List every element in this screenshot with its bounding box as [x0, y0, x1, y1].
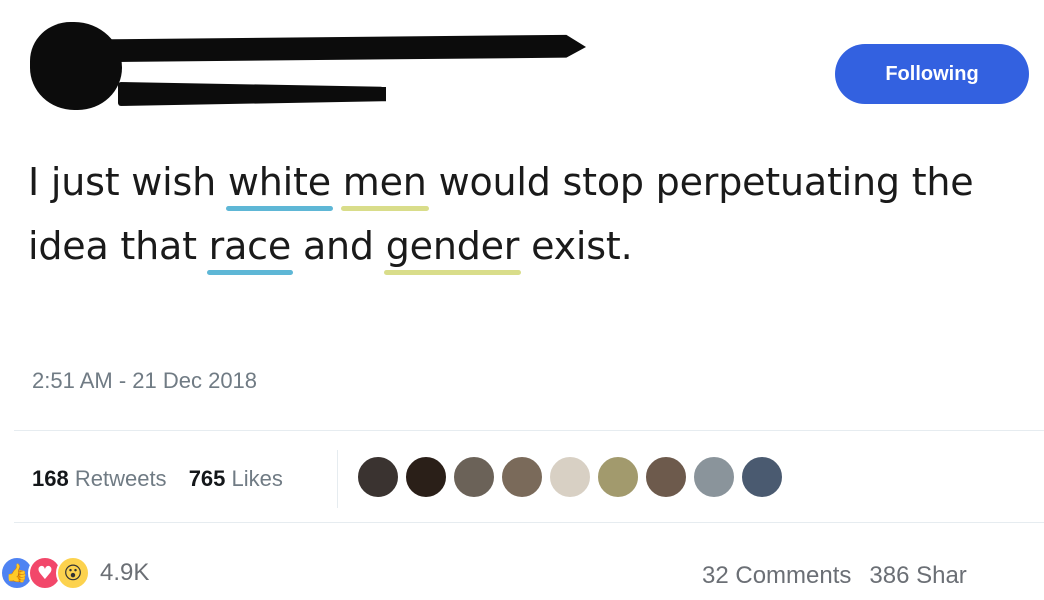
underlined-word-white: white [225, 150, 333, 214]
retweets-label[interactable]: Retweets [75, 466, 167, 491]
tweet-timestamp[interactable]: 2:51 AM - 21 Dec 2018 [32, 368, 257, 394]
liker-avatar[interactable] [452, 455, 496, 499]
liker-avatar[interactable] [692, 455, 736, 499]
underlined-word-men: men [340, 150, 429, 214]
stats-separator [337, 450, 338, 508]
liker-avatar[interactable] [548, 455, 592, 499]
liker-avatar[interactable] [644, 455, 688, 499]
divider [14, 522, 1044, 523]
tweet-text: I just wish white men would stop perpetu… [28, 150, 1038, 278]
redacted-display-name [96, 34, 586, 63]
underlined-word-gender: gender [383, 214, 521, 278]
redacted-avatar [30, 22, 122, 110]
wow-icon: 😮 [56, 556, 90, 590]
tweet-text-part: and [291, 224, 386, 268]
divider [14, 430, 1044, 431]
reaction-count: 4.9K [100, 559, 150, 586]
likes-count[interactable]: 765 [189, 466, 226, 491]
shares-count[interactable]: 386 Shar [869, 562, 966, 589]
following-button[interactable]: Following [835, 44, 1029, 104]
redacted-handle [118, 82, 386, 106]
tweet-stats: 168 Retweets 765 Likes [32, 466, 299, 492]
retweets-count[interactable]: 168 [32, 466, 69, 491]
fb-footer-stats: 32 Comments 386 Shar [702, 562, 985, 590]
reaction-summary[interactable]: 👍 ♥ 😮 4.9K [0, 556, 149, 590]
liker-avatar[interactable] [596, 455, 640, 499]
underlined-word-race: race [206, 214, 294, 278]
comments-count[interactable]: 32 Comments [702, 562, 851, 589]
liker-avatar[interactable] [404, 455, 448, 499]
likes-label[interactable]: Likes [232, 466, 283, 491]
liker-avatar[interactable] [500, 455, 544, 499]
tweet-text-part: exist. [519, 224, 633, 268]
liker-avatar[interactable] [356, 455, 400, 499]
tweet-text-part [331, 160, 343, 204]
tweet-text-part: I just wish [28, 160, 228, 204]
liker-avatar[interactable] [740, 455, 784, 499]
liker-avatars [356, 455, 784, 499]
